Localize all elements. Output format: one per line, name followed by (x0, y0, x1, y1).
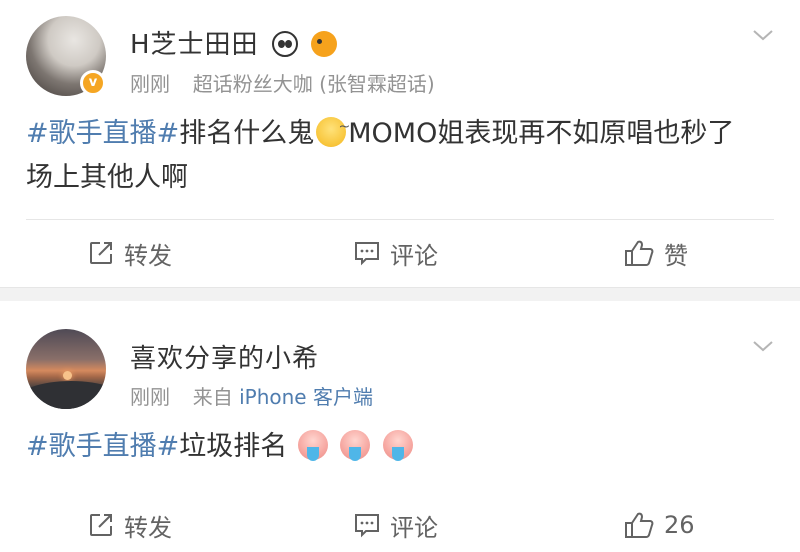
comment-button[interactable]: 评论 (354, 222, 438, 284)
post-text: 垃圾排名 (179, 431, 288, 462)
post-source[interactable]: 超话粉丝大咖 (张智霖超话) (193, 72, 435, 96)
comment-icon (355, 514, 379, 538)
like-label: 赞 (664, 241, 688, 270)
comment-label: 评论 (390, 241, 438, 270)
verified-badge-icon: v (80, 70, 106, 96)
like-icon (625, 512, 654, 538)
post-meta: 刚刚 超话粉丝大咖 (张智霖超话) (130, 68, 435, 97)
like-button[interactable]: 26 (624, 494, 695, 552)
panda-emoji-icon (271, 31, 298, 57)
vomit-face-emoji-icon (383, 430, 414, 461)
username[interactable]: H芝士田田 (130, 24, 338, 61)
like-count: 26 (664, 511, 695, 539)
sweat-face-emoji-icon (316, 105, 350, 149)
repost-icon (90, 242, 112, 264)
vomit-face-emoji-icon (340, 430, 371, 461)
vomit-face-emoji-icon (297, 430, 328, 461)
repost-label: 转发 (124, 513, 172, 542)
repost-button[interactable]: 转发 (88, 494, 172, 552)
action-bar: 转发 评论 26 (0, 494, 800, 552)
divider (26, 219, 774, 220)
comment-label: 评论 (390, 513, 438, 542)
repost-label: 转发 (124, 241, 172, 270)
post-text: 排名什么鬼 (179, 118, 315, 149)
feed-separator (0, 287, 800, 301)
post-device-link[interactable]: iPhone 客户端 (239, 385, 373, 409)
post-content: #歌手直播#垃圾排名 (26, 425, 760, 469)
post-meta: 刚刚 来自 iPhone 客户端 (130, 381, 373, 410)
post-card: v H芝士田田 刚刚 超话粉丝大咖 (张智霖超话) #歌手直播#排名什么鬼MOM… (0, 0, 800, 287)
like-icon (625, 240, 654, 266)
hashtag-link[interactable]: #歌手直播# (26, 431, 179, 462)
action-bar: 转发 评论 赞 (0, 222, 800, 284)
repost-icon (90, 514, 112, 536)
comment-button[interactable]: 评论 (354, 494, 438, 552)
post-time: 刚刚 (130, 385, 170, 409)
hashtag-link[interactable]: #歌手直播# (26, 118, 179, 149)
avatar[interactable] (26, 329, 106, 409)
chevron-down-icon[interactable] (752, 24, 774, 46)
goldfish-emoji-icon (311, 31, 338, 57)
post-time: 刚刚 (130, 72, 170, 96)
username-text[interactable]: 喜欢分享的小希 (130, 344, 319, 374)
username[interactable]: 喜欢分享的小希 (130, 338, 319, 375)
post-from: 来自 (192, 385, 233, 409)
post-content: #歌手直播#排名什么鬼MOMO姐表现再不如原唱也秒了场上其他人啊 (26, 105, 760, 200)
comment-icon (355, 242, 379, 266)
chevron-down-icon[interactable] (752, 335, 774, 357)
like-button[interactable]: 赞 (624, 222, 688, 284)
repost-button[interactable]: 转发 (88, 222, 172, 284)
username-text[interactable]: H芝士田田 (130, 30, 259, 60)
post-card: 喜欢分享的小希 刚刚 来自 iPhone 客户端 #歌手直播#垃圾排名 转发 评 (0, 301, 800, 552)
